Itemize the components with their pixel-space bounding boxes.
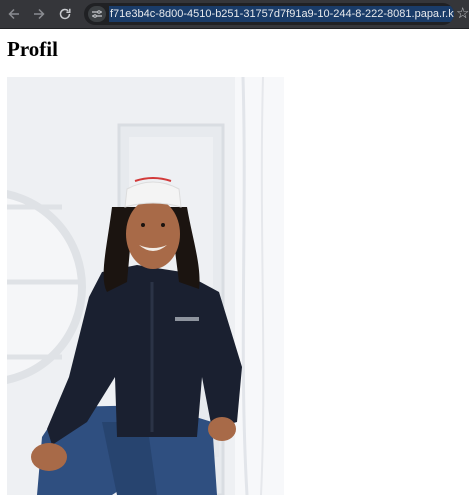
reload-icon[interactable] — [55, 4, 75, 24]
left-hand — [31, 443, 67, 471]
face — [126, 199, 180, 269]
browser-toolbar: f71e3b4c-8d00-4510-b251-31757d7f91a9-10-… — [0, 0, 469, 29]
site-info-icon[interactable] — [88, 6, 106, 22]
address-bar[interactable]: f71e3b4c-8d00-4510-b251-31757d7f91a9-10-… — [84, 3, 454, 25]
eye — [141, 223, 145, 227]
shirt-pocket — [175, 317, 199, 321]
url-text[interactable]: f71e3b4c-8d00-4510-b251-31757d7f91a9-10-… — [109, 6, 454, 22]
eye — [161, 223, 165, 227]
cap — [124, 181, 182, 208]
bookmark-star-icon[interactable]: ☆ — [456, 4, 469, 24]
back-arrow-icon[interactable] — [4, 4, 24, 24]
right-hand — [208, 417, 236, 441]
forward-arrow-icon[interactable] — [29, 4, 49, 24]
profile-photo — [7, 77, 284, 495]
page-title: Profil — [7, 37, 58, 61]
